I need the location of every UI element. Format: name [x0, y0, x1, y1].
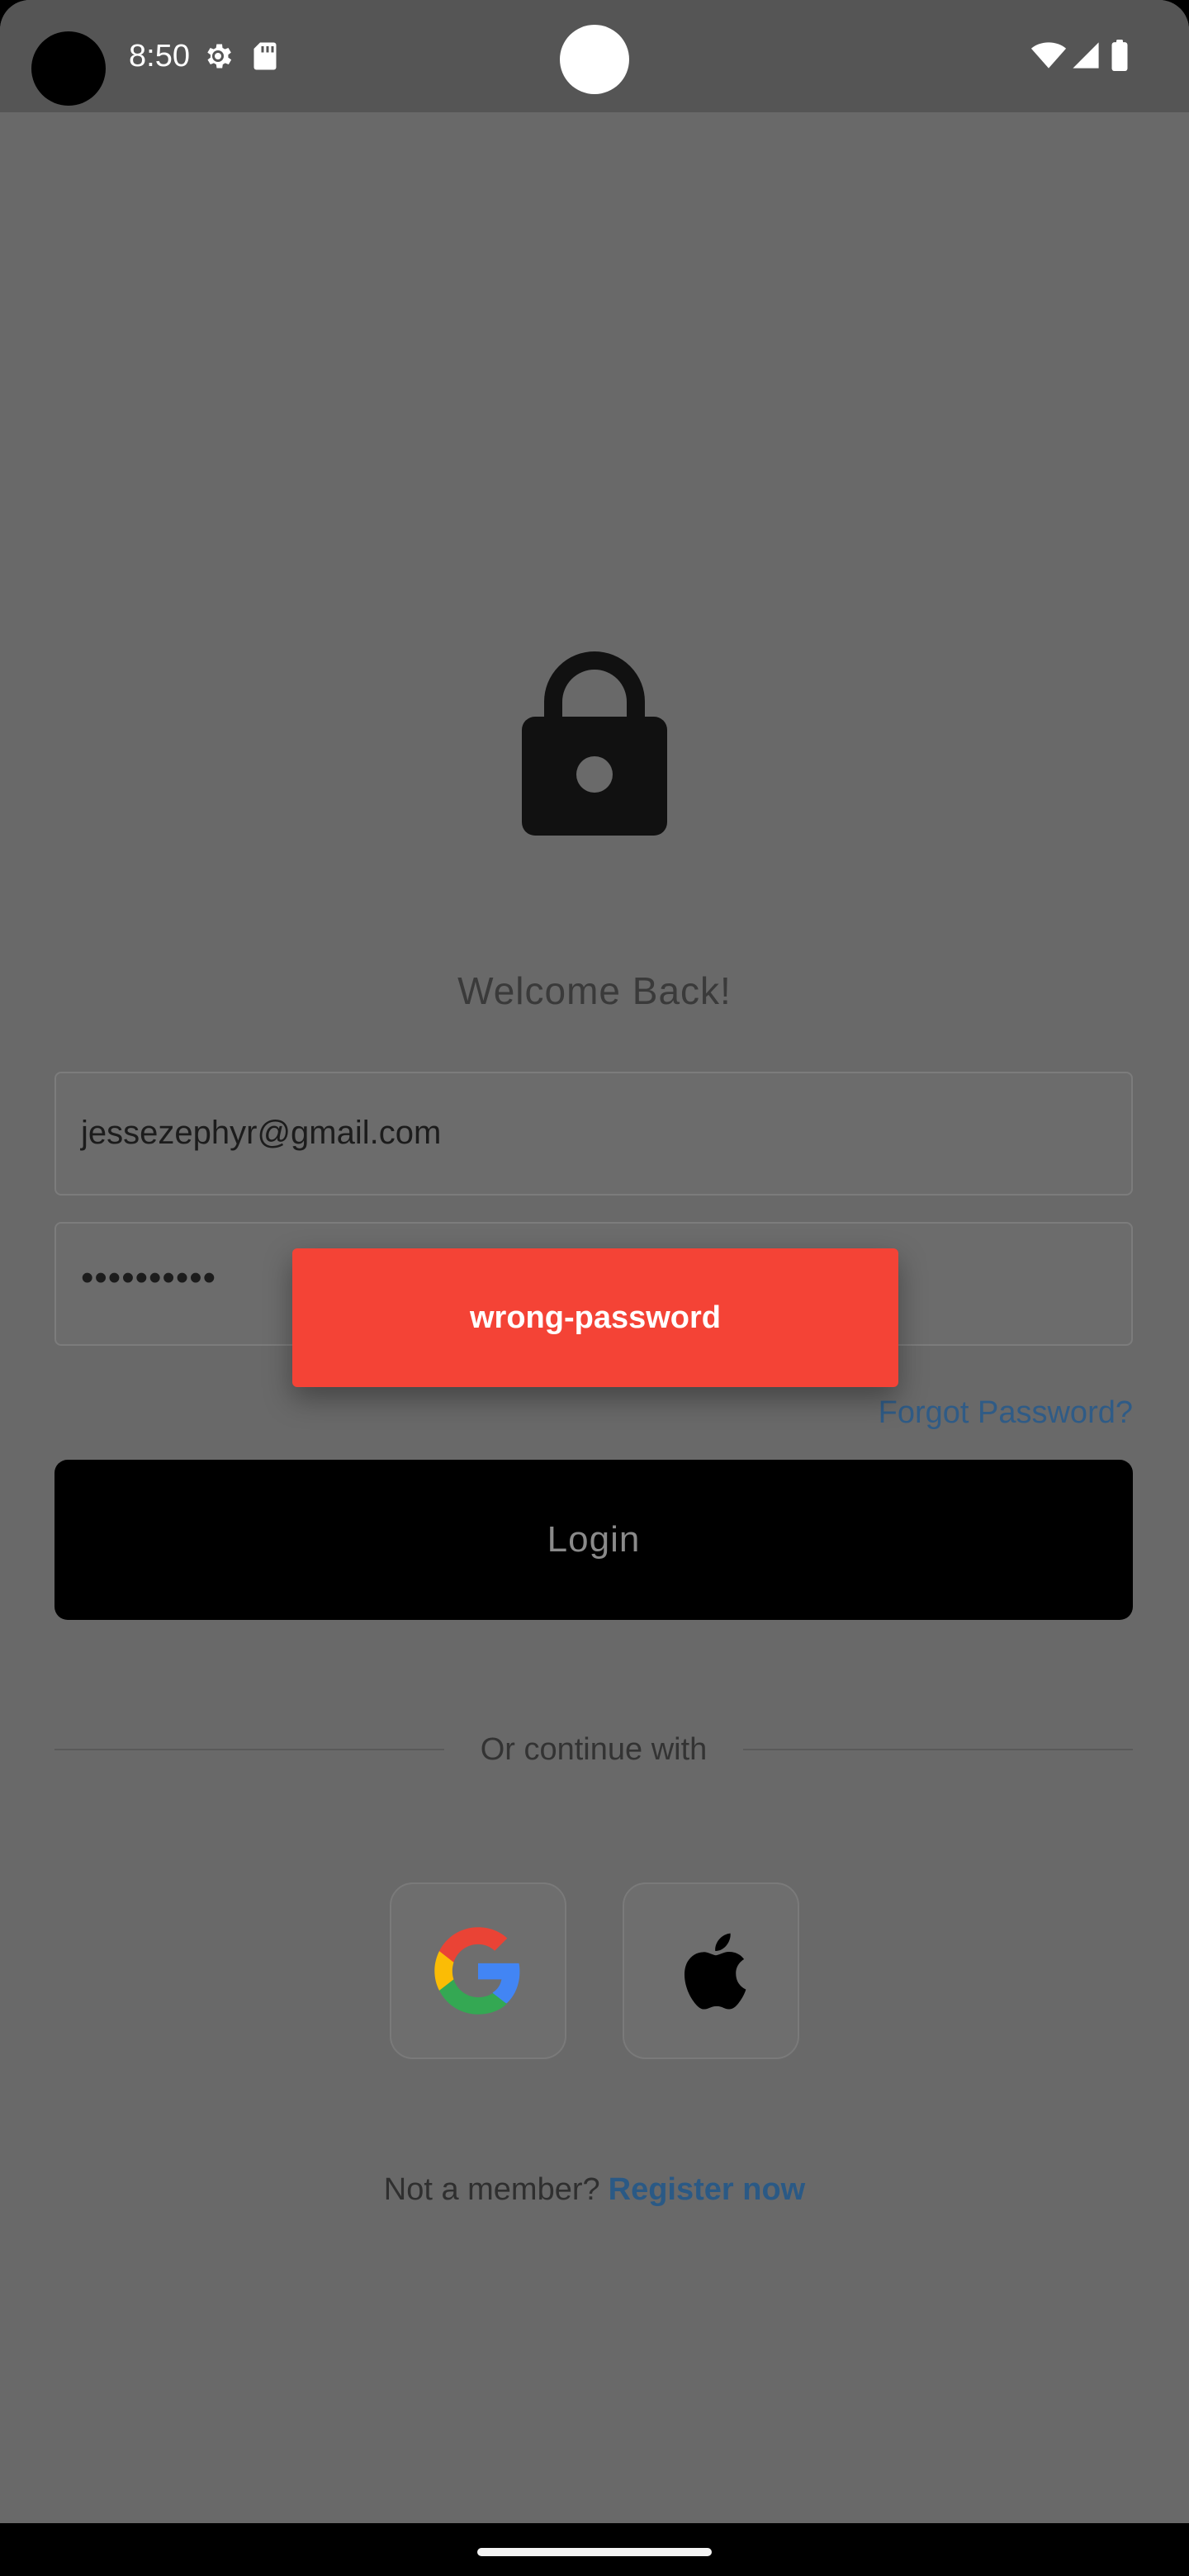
login-button[interactable]: Login [54, 1460, 1133, 1620]
or-continue-label: Or continue with [480, 1732, 708, 1767]
status-bar: 8:50 [0, 0, 1189, 112]
battery-icon [1111, 40, 1128, 71]
login-screen: 8:50 Welcome Back! jessezephyr@gmail.com… [0, 0, 1189, 2576]
home-indicator[interactable] [477, 2548, 712, 2556]
divider-left [54, 1749, 444, 1750]
settings-icon [207, 44, 232, 69]
divider-right [743, 1749, 1133, 1750]
wifi-icon [1030, 42, 1067, 69]
front-camera [560, 25, 629, 94]
password-value: •••••••••• [81, 1257, 217, 1298]
status-time: 8:50 [129, 39, 190, 73]
sd-card-icon [253, 42, 277, 70]
email-field[interactable]: jessezephyr@gmail.com [54, 1072, 1133, 1196]
forgot-password-link[interactable]: Forgot Password? [879, 1392, 1133, 1433]
apple-icon [685, 1933, 746, 2010]
register-prompt: Not a member? Register now [0, 2166, 1189, 2213]
not-member-label: Not a member? [383, 2172, 600, 2207]
apple-signin-button[interactable] [623, 1882, 799, 2059]
welcome-heading: Welcome Back! [457, 969, 732, 1012]
error-toast: wrong-password [292, 1248, 898, 1387]
signal-icon [1073, 42, 1099, 69]
lock-icon [522, 651, 667, 836]
camera-cutout [31, 31, 106, 106]
register-now-link[interactable]: Register now [609, 2172, 806, 2207]
google-icon [434, 1927, 520, 2015]
google-signin-button[interactable] [390, 1882, 566, 2059]
email-value: jessezephyr@gmail.com [81, 1115, 442, 1151]
